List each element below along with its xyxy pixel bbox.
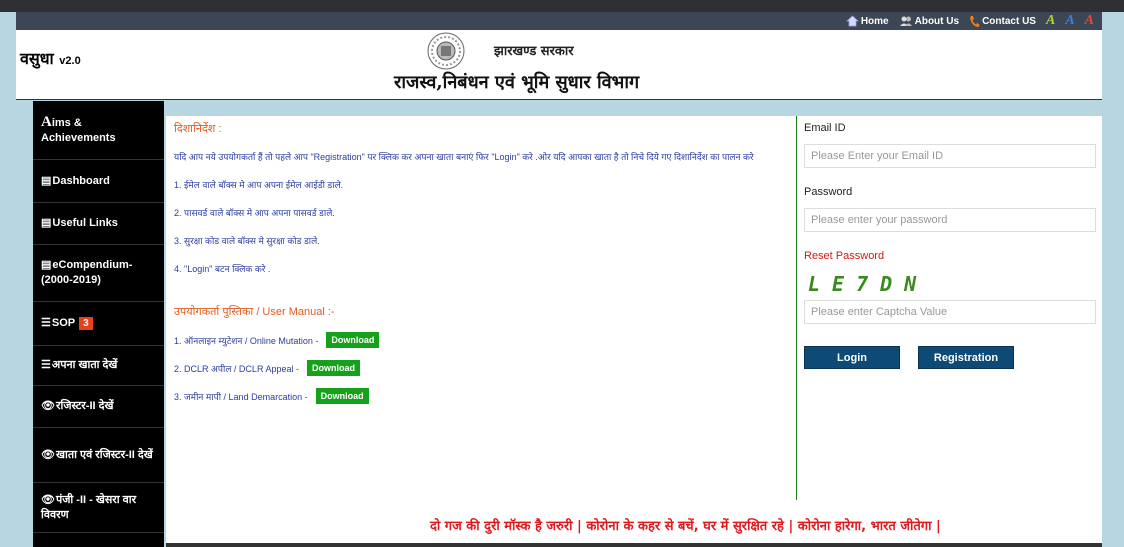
font-normal-icon[interactable]: A: [1065, 13, 1074, 29]
captcha-field[interactable]: [804, 300, 1096, 324]
instructions-intro: यदि आप नये उपयोगकर्ता हैं तो पहले आप "Re…: [174, 152, 754, 162]
chart-icon: ▤: [41, 259, 52, 271]
email-field[interactable]: [804, 144, 1096, 168]
registration-button[interactable]: Registration: [918, 346, 1014, 369]
sidebar-item-label: Dashboard: [52, 174, 110, 187]
manual-row: 3. जमीन मापी / Land Demarcation - Downlo…: [174, 388, 794, 404]
chart-icon: ▤: [41, 174, 52, 187]
site-header: वसुधा v2.0 झारखण्ड सरकार राजस्व,निबंधन ए…: [16, 30, 1102, 100]
state-emblem-icon: [427, 32, 465, 70]
sidebar-item-register-ii[interactable]: 👁 रजिस्टर-II देखें: [33, 386, 164, 428]
govt-name: झारखण्ड सरकार: [494, 44, 574, 59]
instruction-step: 2. पासवर्ड वाले बॉक्स मे आप अपना पासवर्ड…: [174, 208, 335, 218]
home-icon: [845, 15, 859, 27]
top-links: Home About Us Contact US A A A: [845, 13, 1094, 29]
email-label: Email ID: [804, 122, 846, 134]
manual-label: 2. DCLR अपील / DCLR Appeal -: [174, 363, 299, 374]
manual-label: 3. जमीन मापी / Land Demarcation -: [174, 391, 308, 402]
sidebar-item-label: SOP: [51, 317, 76, 329]
auth-buttons: Login Registration: [804, 346, 1096, 369]
contact-link[interactable]: Contact US: [969, 15, 1036, 28]
main-content: दिशानिर्देश : यदि आप नये उपयोगकर्ता हैं …: [166, 116, 1102, 547]
captcha-image: LE7DN: [808, 272, 929, 296]
sidebar: Aims & Achievements ▤ Dashboard ▤ Useful L…: [33, 101, 164, 547]
reset-password-link[interactable]: Reset Password: [804, 250, 1096, 262]
brand-name: वसुधा: [20, 49, 54, 68]
password-label: Password: [804, 186, 853, 198]
department-title: राजस्व,निबंधन एवं भूमि सुधार विभाग: [394, 72, 640, 93]
list-icon: ☰: [41, 359, 51, 371]
instruction-step: 3. सुरक्षा कोड वाले बॉक्स मे सुरक्षा कोड…: [174, 236, 320, 246]
about-link[interactable]: About Us: [899, 15, 959, 27]
sidebar-item-useful-links[interactable]: ▤ Useful Links: [33, 203, 164, 245]
users-icon: [899, 16, 912, 26]
instructions-heading: दिशानिर्देश :: [174, 123, 222, 135]
browser-chrome: [0, 0, 1124, 12]
download-button-dclr[interactable]: Download: [306, 360, 360, 376]
sidebar-item-label: खाता एवं रजिस्टर-II देखें: [55, 448, 153, 461]
chart-icon: ▤: [41, 217, 52, 229]
sidebar-item-ecompendium[interactable]: ▤eCompendium-(2000-2019): [33, 245, 164, 302]
instruction-step: 4. "Login" बटन क्लिक करे .: [174, 264, 271, 274]
eye-icon: 👁: [41, 493, 55, 506]
top-nav-bar: Home About Us Contact US A A A: [16, 12, 1102, 30]
divider: [796, 116, 797, 500]
home-label: Home: [860, 15, 889, 27]
manual-heading: उपयोगकर्ता पुस्तिका / User Manual :-: [174, 306, 335, 318]
manual-row: 2. DCLR अपील / DCLR Appeal - Download: [174, 360, 794, 376]
sop-count-badge: 3: [79, 317, 93, 330]
brand-version: v2.0: [59, 55, 81, 67]
sidebar-item-apna-khata[interactable]: ☰ अपना खाता देखें: [33, 346, 164, 386]
sidebar-item-label: अपना खाता देखें: [51, 359, 118, 371]
manual-label: 1. ऑनलाइन म्युटेशन / Online Mutation -: [174, 335, 319, 346]
login-panel: Email ID Password Reset Password LE7DN L…: [804, 122, 1096, 369]
sidebar-item-dashboard[interactable]: ▤ Dashboard: [33, 160, 164, 203]
about-label: About Us: [914, 15, 960, 27]
sidebar-item-aims[interactable]: Aims & Achievements: [33, 101, 164, 160]
sidebar-item-label: Useful Links: [52, 217, 118, 229]
sidebar-item-panji-ii[interactable]: 👁पंजी -II - खेसरा वार विवरण: [33, 483, 164, 533]
font-decrease-icon[interactable]: A: [1046, 13, 1055, 29]
covid-ticker: दो गज की दुरी मॉस्क है जरुरी | कोरोना के…: [430, 519, 941, 534]
sidebar-item-label: पंजी -II - खेसरा वार विवरण: [41, 493, 137, 521]
sidebar-item-sop[interactable]: ☰ SOP 3: [33, 302, 164, 346]
sidebar-item-khata-register[interactable]: 👁खाता एवं रजिस्टर-II देखें: [33, 428, 164, 483]
manual-row: 1. ऑनलाइन म्युटेशन / Online Mutation - D…: [174, 332, 794, 348]
home-link[interactable]: Home: [845, 15, 889, 27]
sidebar-item-label: रजिस्टर-II देखें: [55, 400, 114, 412]
login-button[interactable]: Login: [804, 346, 900, 369]
sidebar-item-label: eCompendium-(2000-2019): [41, 259, 133, 286]
bottom-bar: [166, 543, 1102, 547]
brand-logo[interactable]: वसुधा v2.0: [20, 47, 81, 69]
contact-label: Contact US: [982, 15, 1036, 27]
download-button-mutation[interactable]: Download: [326, 332, 380, 348]
instruction-step: 1. ईमेल वाले बॉक्स मे आप अपना ईमेल आईडी …: [174, 180, 344, 190]
password-field[interactable]: [804, 208, 1096, 232]
sidebar-item-label: Aims & Achievements: [41, 114, 116, 144]
phone-icon: [970, 15, 980, 27]
font-increase-icon[interactable]: A: [1085, 13, 1094, 29]
instructions-panel: दिशानिर्देश : यदि आप नये उपयोगकर्ता हैं …: [174, 122, 794, 416]
download-button-demarcation[interactable]: Download: [315, 388, 369, 404]
eye-icon: 👁: [41, 448, 55, 461]
eye-icon: 👁: [41, 400, 55, 412]
aims-initial: A: [41, 114, 52, 130]
list-icon: ☰: [41, 317, 51, 329]
